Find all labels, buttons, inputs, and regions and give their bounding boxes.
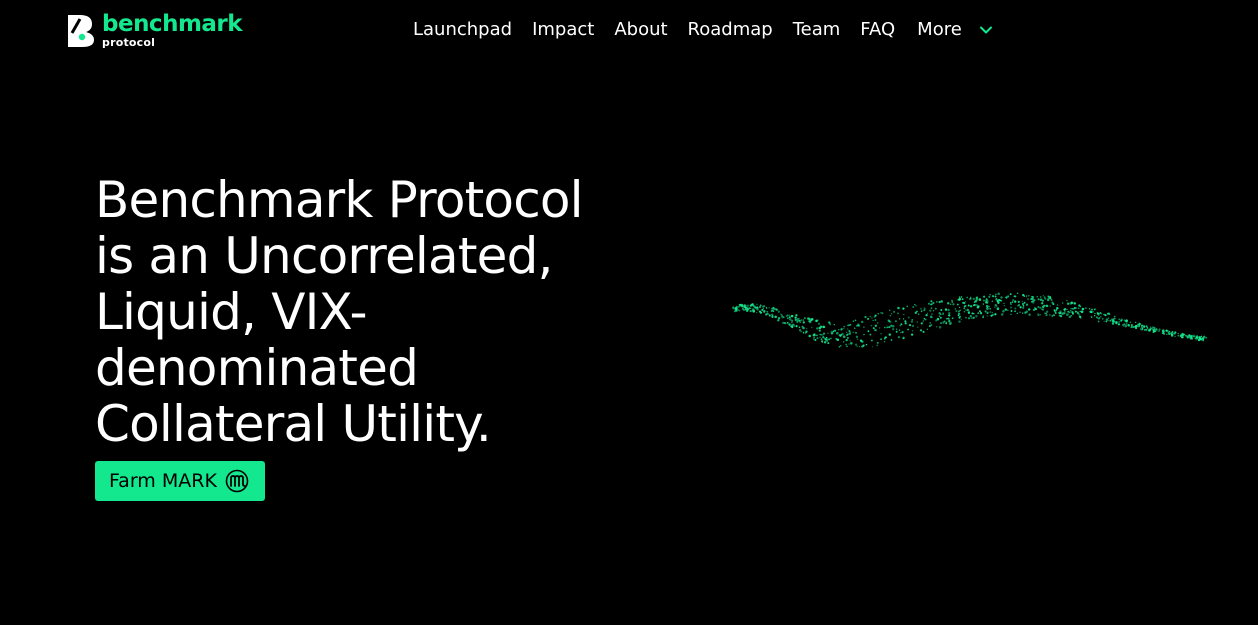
hero-title-line: is an Uncorrelated, (95, 227, 553, 285)
mark-token-icon (225, 469, 249, 493)
hero-title-line: Liquid, VIX- (95, 283, 368, 341)
logo[interactable]: benchmark protocol (66, 11, 243, 49)
nav-more-dropdown[interactable]: More (917, 19, 994, 40)
logo-subtitle: protocol (102, 36, 156, 49)
nav-item-impact[interactable]: Impact (532, 19, 594, 40)
nav-item-launchpad[interactable]: Launchpad (413, 19, 512, 40)
nav-item-team[interactable]: Team (793, 19, 841, 40)
nav-item-roadmap[interactable]: Roadmap (688, 19, 773, 40)
particle-wave-graphic (732, 292, 1208, 348)
chevron-down-icon (979, 26, 992, 33)
nav-more-label: More (917, 19, 962, 40)
hero-title-line: Benchmark Protocol (95, 171, 584, 229)
hero-title-line: denominated (95, 339, 419, 397)
farm-mark-label: Farm MARK (109, 470, 217, 492)
main-nav: Launchpad Impact About Roadmap Team FAQ … (413, 19, 994, 40)
hero-title-line: Collateral Utility. (95, 395, 492, 453)
farm-mark-button[interactable]: Farm MARK (95, 461, 265, 501)
benchmark-logo-icon (68, 15, 94, 47)
nav-item-about[interactable]: About (614, 19, 667, 40)
logo-name: benchmark (102, 11, 243, 37)
nav-item-faq[interactable]: FAQ (860, 19, 895, 40)
hero-title: Benchmark Protocol is an Uncorrelated, L… (95, 172, 655, 452)
